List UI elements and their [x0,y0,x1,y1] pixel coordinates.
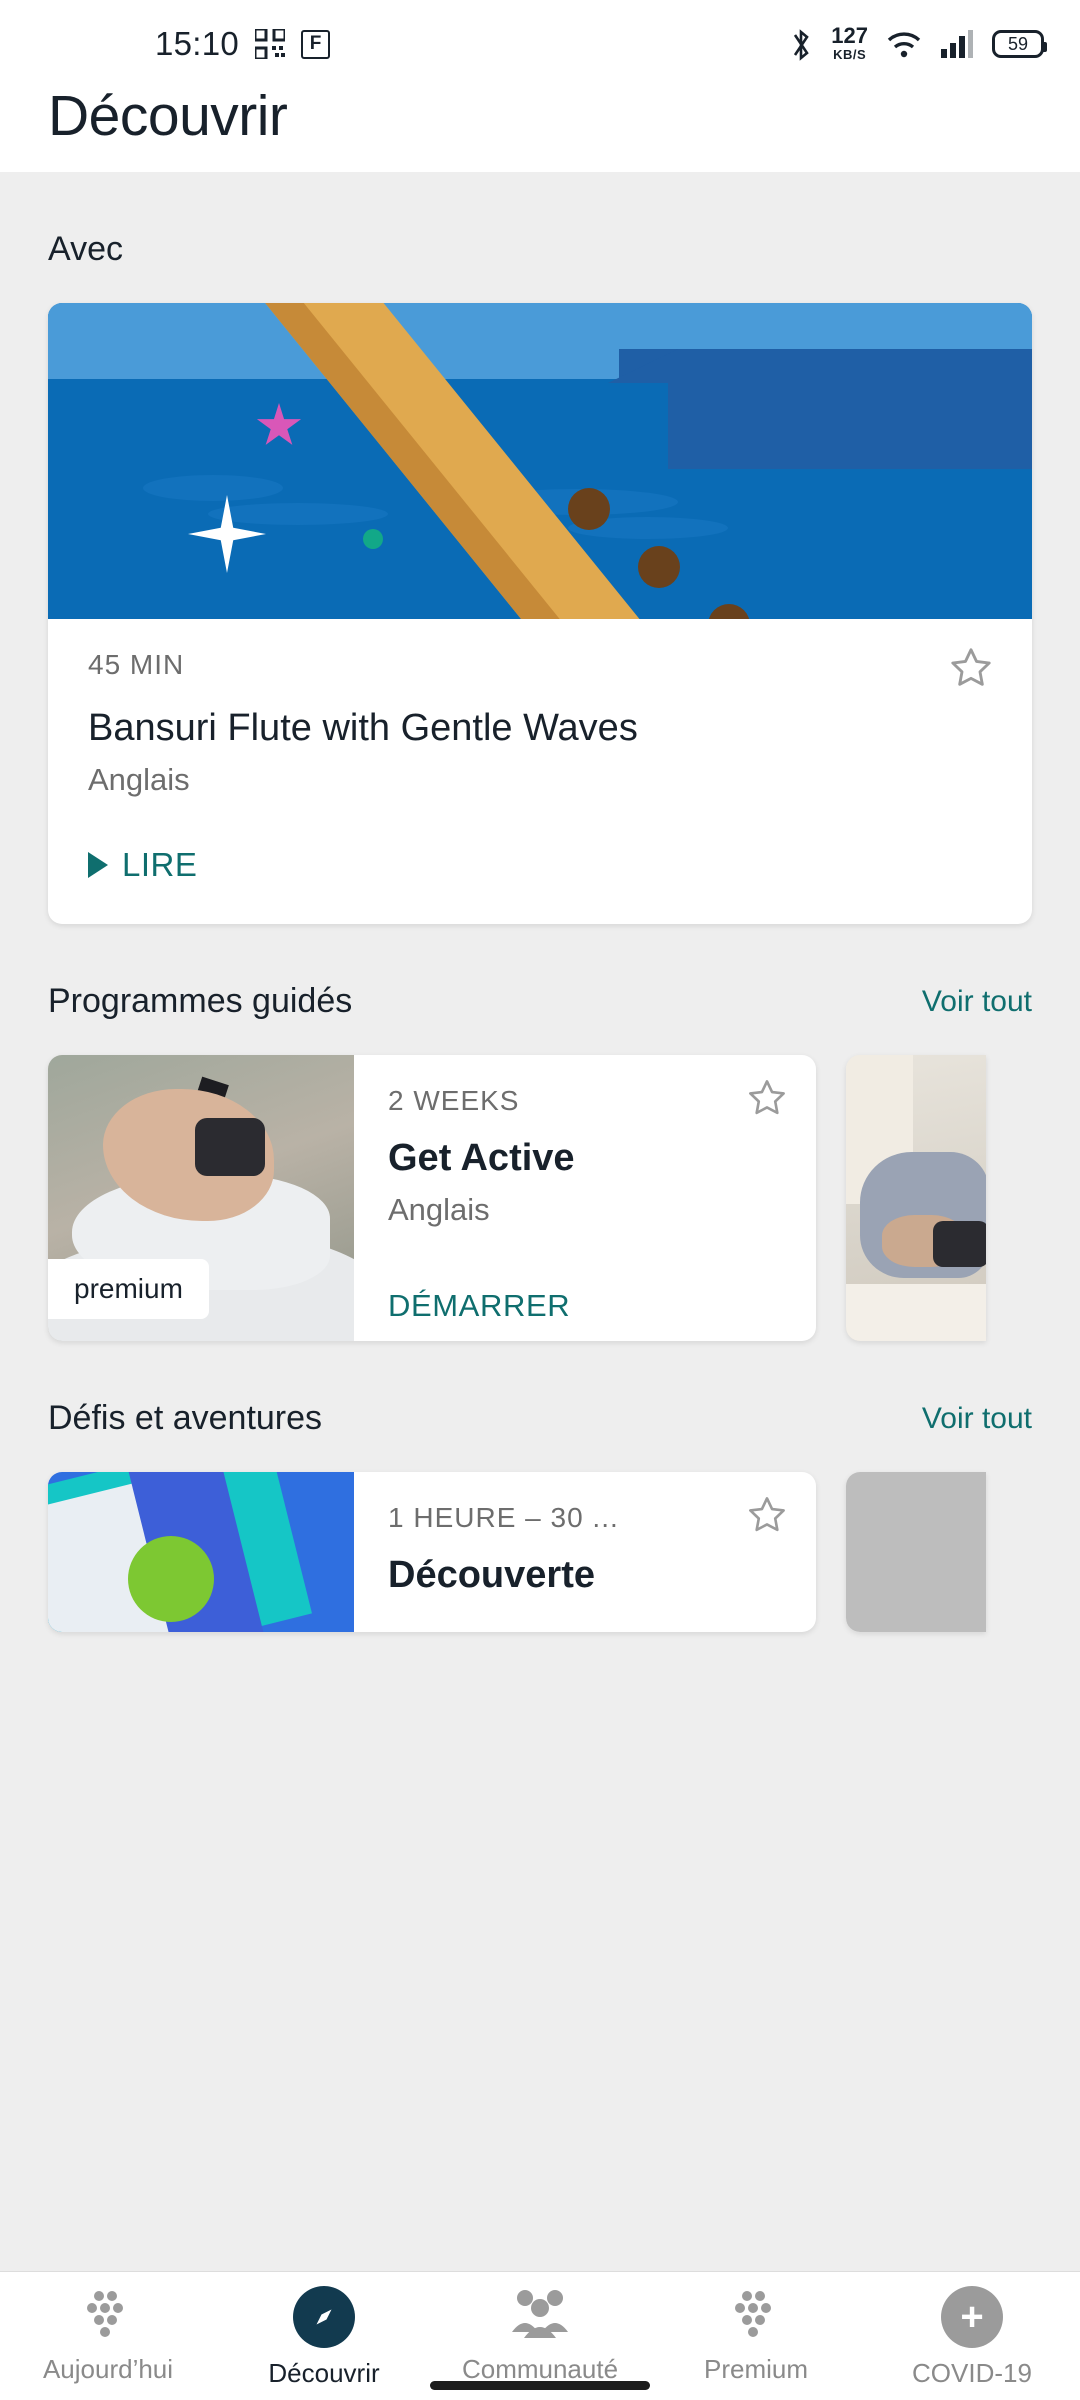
hero-duration: 45 MIN [88,649,185,680]
nav-item-covid19[interactable]: + COVID-19 [864,2286,1080,2389]
map-illustration [48,1472,354,1632]
challenge-duration: 1 HEURE – 30 ... [388,1502,619,1533]
dots-grid-icon [727,2286,785,2344]
nav-item-aujourdhui[interactable]: Aujourd’hui [0,2286,216,2385]
program-language: Anglais [388,1192,490,1227]
page-title: Découvrir [48,84,288,148]
star-outline-icon[interactable] [746,1077,788,1119]
teal-dot-icon [363,529,383,549]
cellular-signal-icon [940,29,974,59]
app-header: Découvrir [0,88,1080,172]
person-sleeping-photo [846,1055,986,1341]
qr-code-icon [253,27,287,61]
program-card-get-active[interactable]: premium 2 WEEKS Get Active Anglais DÉMAR… [48,1055,816,1341]
nav-item-premium[interactable]: Premium [648,2286,864,2385]
challenge-card-decouverte[interactable]: 1 HEURE – 30 ... Découverte [48,1472,816,1632]
hero-card[interactable]: 45 MIN Bansuri Flute with Gentle Waves A… [48,303,1032,924]
nav-label-aujourdhui: Aujourd’hui [42,2354,174,2384]
status-bar-right: 127 KB/S 59 [789,0,1047,88]
scroll-content[interactable]: Avec 45 MIN Bansuri Flute with Gentle Wa… [0,172,1080,2272]
section-title-defis: Défis et aventures [48,1399,323,1437]
network-speed-value: 127 [831,23,868,48]
status-bar: 15:10 F 127 KB/S 59 [0,0,1080,88]
running-shoes-watch-photo: premium [48,1055,354,1341]
battery-indicator: 59 [992,30,1047,58]
play-triangle-icon [88,852,108,878]
status-clock: 15:10 [155,25,240,62]
nav-label-premium: Premium [703,2354,808,2384]
nav-item-communaute[interactable]: Communauté [432,2286,648,2385]
compass-icon [293,2286,355,2348]
nav-item-decouvrir[interactable]: Découvrir [216,2286,432,2389]
see-all-defis[interactable]: Voir tout [922,1402,1032,1436]
network-speed: 127 KB/S [831,25,868,63]
challenge-card-partial[interactable] [846,1472,986,1632]
bluetooth-icon [789,29,813,61]
bottom-navigation[interactable]: Aujourd’hui Découvrir Communauté Premium… [0,2272,1080,2400]
section-title-avec: Avec [48,230,123,268]
program-duration: 2 WEEKS [388,1085,520,1116]
gesture-home-bar[interactable] [430,2381,650,2390]
hero-title: Bansuri Flute with Gentle Waves [88,707,638,749]
people-icon [510,2286,570,2344]
section-header-programmes: Programmes guidés Voir tout [0,924,1080,1021]
program-card-info: 2 WEEKS Get Active Anglais DÉMARRER [354,1055,816,1341]
star-outline-icon[interactable] [948,645,994,691]
dots-grid-icon [79,2286,137,2344]
premium-badge: premium [48,1259,209,1319]
see-all-programmes[interactable]: Voir tout [922,985,1032,1019]
programmes-card-row[interactable]: premium 2 WEEKS Get Active Anglais DÉMAR… [0,1021,1080,1341]
hero-card-body: 45 MIN Bansuri Flute with Gentle Waves A… [48,619,1032,924]
program-card-partial[interactable] [846,1055,986,1341]
hero-language: Anglais [88,762,190,797]
section-title-programmes: Programmes guidés [48,982,353,1020]
star-outline-icon[interactable] [746,1494,788,1536]
network-speed-unit: KB/S [833,47,867,62]
f-badge-icon: F [301,29,331,59]
nav-label-decouvrir: Découvrir [268,2358,380,2388]
section-header-defis: Défis et aventures Voir tout [0,1341,1080,1438]
plus-circle-icon: + [941,2286,1003,2348]
hero-play-label: LIRE [122,846,198,883]
nav-label-covid19: COVID-19 [912,2358,1032,2388]
status-bar-left: 15:10 F [155,0,331,88]
challenge-card-info: 1 HEURE – 30 ... Découverte [354,1472,816,1632]
challenge-title: Découverte [388,1554,595,1596]
bansuri-flute-illustration [48,303,1032,619]
program-title: Get Active [388,1137,575,1179]
grey-placeholder [846,1472,986,1632]
wifi-icon [886,29,922,59]
defis-card-row[interactable]: 1 HEURE – 30 ... Découverte [0,1438,1080,1632]
hero-play-button[interactable]: LIRE [88,846,992,884]
program-start-button[interactable]: DÉMARRER [388,1288,782,1324]
